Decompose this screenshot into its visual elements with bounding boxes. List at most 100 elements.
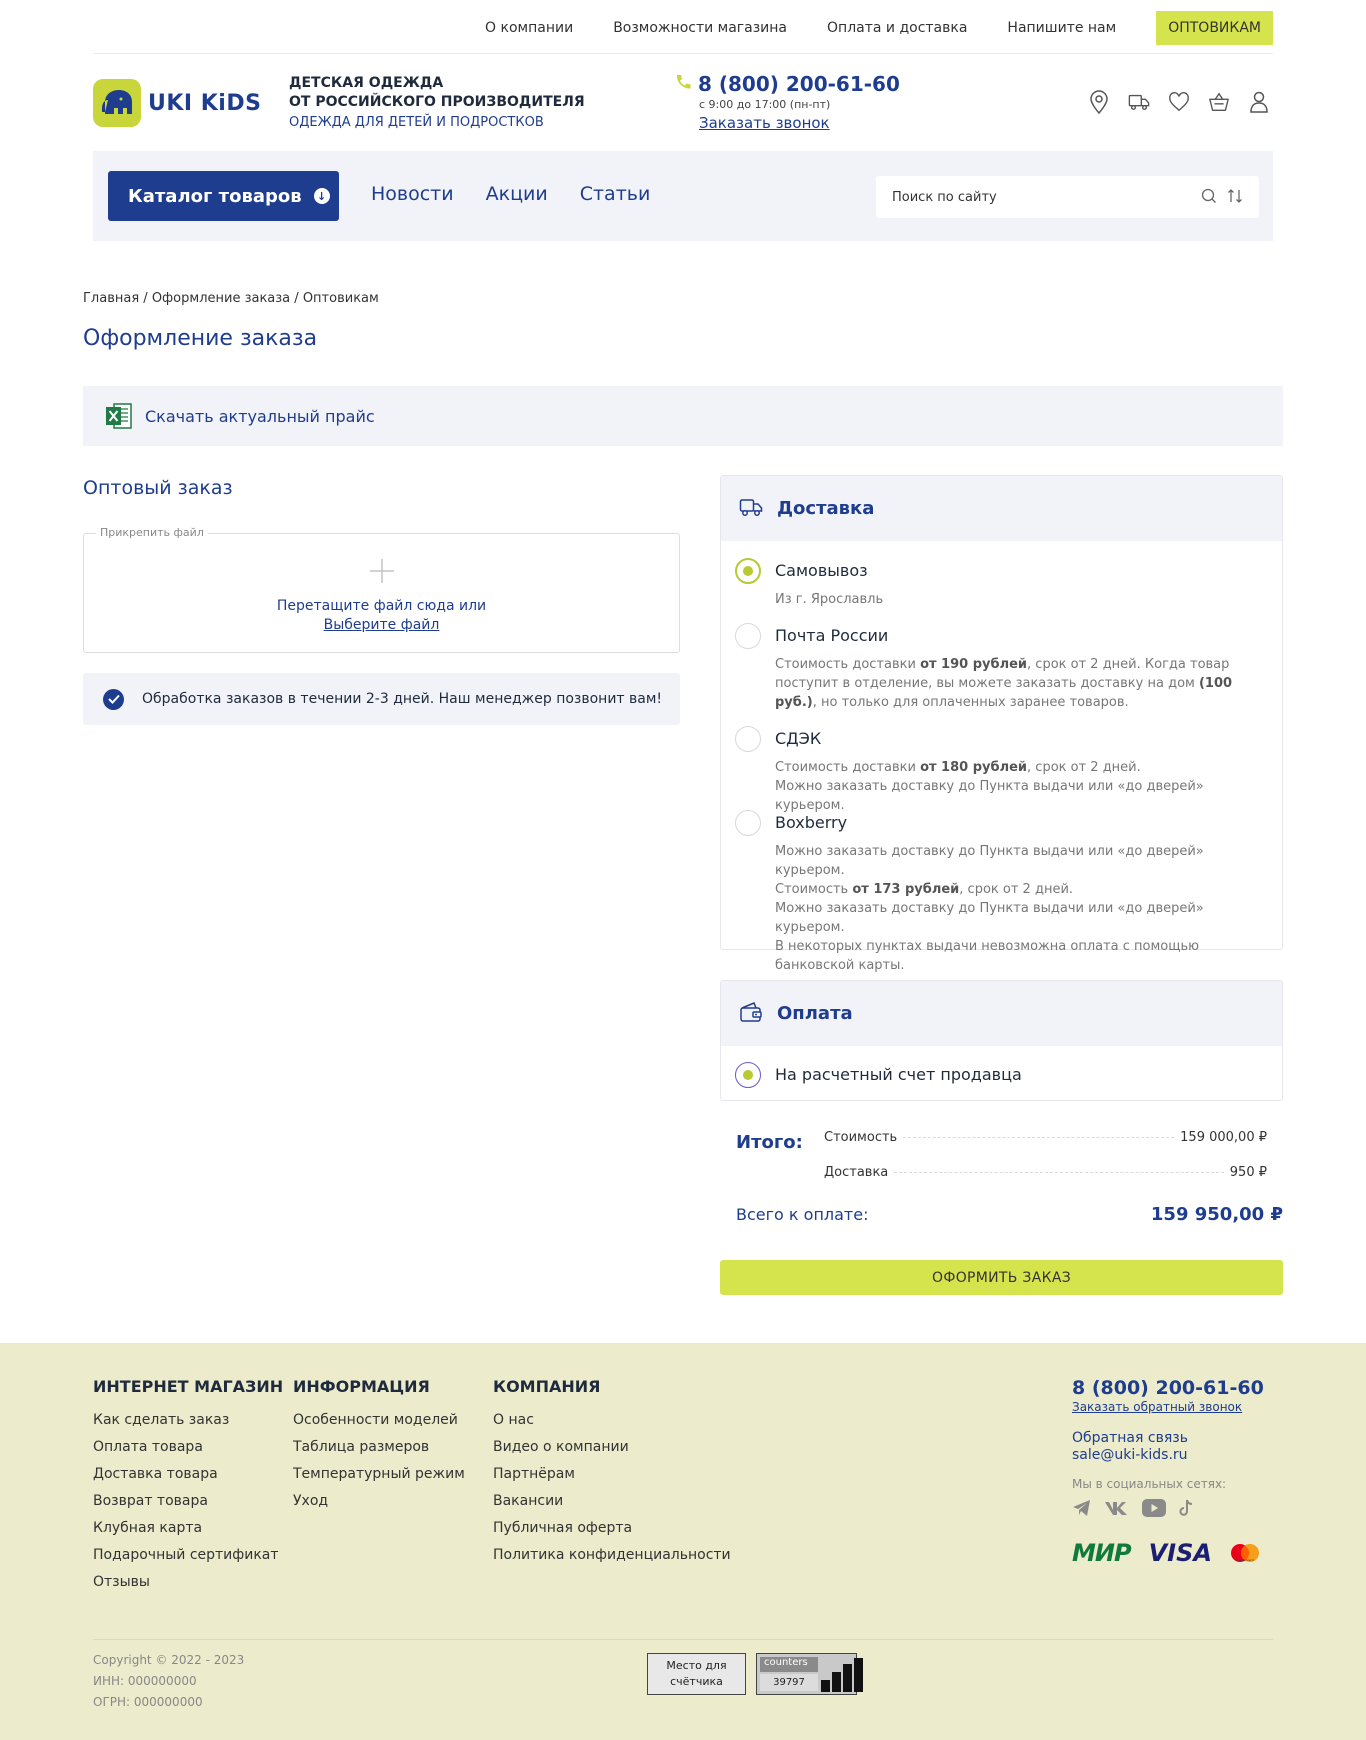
breadcrumb-home[interactable]: Главная xyxy=(83,291,139,306)
radio-selected[interactable] xyxy=(735,558,761,584)
delivery-cost-label: Доставка xyxy=(824,1165,889,1180)
desc-text: Можно заказать доставку до Пункта выдачи… xyxy=(775,779,1204,813)
divider xyxy=(93,53,1273,54)
radio-selected[interactable] xyxy=(735,1062,761,1088)
feedback-link[interactable]: Обратная связь xyxy=(1072,1430,1264,1446)
header-phone-block: 8 (800) 200-61-60 с 9:00 до 17:00 (пн-пт… xyxy=(674,72,900,132)
site-logo[interactable]: UKI KiDS xyxy=(93,79,261,127)
footer-link[interactable]: Вакансии xyxy=(493,1488,731,1515)
footer-link[interactable]: Отзывы xyxy=(93,1569,283,1596)
cost-value: 159 000,00 ₽ xyxy=(1180,1130,1267,1145)
desc-text: , но только для оплаченных заранее товар… xyxy=(812,695,1129,710)
footer-contacts: 8 (800) 200-61-60 Заказать обратный звон… xyxy=(1072,1377,1264,1567)
page-title: Оформление заказа xyxy=(83,326,318,351)
topnav-features[interactable]: Возможности магазина xyxy=(613,20,787,36)
tiktok-icon[interactable] xyxy=(1178,1499,1194,1521)
footer-link[interactable]: Уход xyxy=(293,1488,465,1515)
desc-text: В некоторых пунктах выдачи невозможна оп… xyxy=(775,939,1200,973)
footer-link[interactable]: Особенности моделей xyxy=(293,1407,465,1434)
header-phone[interactable]: 8 (800) 200-61-60 xyxy=(698,72,900,96)
footer-link[interactable]: Партнёрам xyxy=(493,1461,731,1488)
radio[interactable] xyxy=(735,810,761,836)
order-call-link[interactable]: Заказать звонок xyxy=(699,114,900,132)
user-icon[interactable] xyxy=(1248,89,1270,115)
delivery-panel: Доставка Самовывоз Из г. Ярославль Почта… xyxy=(720,475,1283,973)
desc-price: от 173 рублей xyxy=(852,882,960,897)
vk-icon[interactable] xyxy=(1104,1500,1130,1520)
radio[interactable] xyxy=(735,623,761,649)
footer-col-title: ИНФОРМАЦИЯ xyxy=(293,1377,430,1396)
check-icon xyxy=(103,688,124,710)
footer-link[interactable]: О нас xyxy=(493,1407,731,1434)
nav-news[interactable]: Новости xyxy=(371,183,454,205)
footer-link[interactable]: Политика конфиденциальности xyxy=(493,1542,731,1569)
option-desc: Стоимость доставки от 190 рублей, срок о… xyxy=(775,655,1265,712)
footer-link[interactable]: Таблица размеров xyxy=(293,1434,465,1461)
search-icon[interactable] xyxy=(1201,188,1217,208)
payment-methods: МИР VISA mastercard xyxy=(1072,1539,1264,1567)
radio[interactable] xyxy=(735,726,761,752)
nav-promotions[interactable]: Акции xyxy=(486,183,548,205)
download-price-link[interactable]: Скачать актуальный прайс xyxy=(145,407,375,426)
topnav-contact[interactable]: Напишите нам xyxy=(1007,20,1116,36)
search-input[interactable] xyxy=(892,189,1192,205)
file-dropzone[interactable]: Прикрепить файл Перетащите файл сюда или… xyxy=(83,526,680,653)
basket-icon[interactable] xyxy=(1208,89,1230,115)
desc-text: , срок от 2 дней. xyxy=(1027,760,1141,775)
breadcrumb-current: Оптовикам xyxy=(302,291,379,306)
catalog-button[interactable]: Каталог товаров ↓ xyxy=(108,171,339,221)
place-order-button[interactable]: ОФОРМИТЬ ЗАКАЗ xyxy=(720,1260,1283,1295)
footer-link[interactable]: Возврат товара xyxy=(93,1488,283,1515)
choose-file-link[interactable]: Выберите файл xyxy=(84,617,679,633)
breadcrumb: Главная / Оформление заказа / Оптовикам xyxy=(83,291,379,306)
delivery-cost-row: Доставка 950 ₽ xyxy=(824,1165,1267,1180)
header-tagline: ДЕТСКАЯ ОДЕЖДА ОТ РОССИЙСКОГО ПРОИЗВОДИТ… xyxy=(289,74,585,130)
email-link[interactable]: sale@uki-kids.ru xyxy=(1072,1447,1264,1463)
footer-phone[interactable]: 8 (800) 200-61-60 xyxy=(1072,1377,1264,1399)
cost-row: Стоимость 159 000,00 ₽ xyxy=(824,1130,1267,1145)
footer-link[interactable]: Видео о компании xyxy=(493,1434,731,1461)
mastercard-text: mastercard xyxy=(1236,1558,1254,1562)
footer-link[interactable]: Доставка товара xyxy=(93,1461,283,1488)
footer-divider xyxy=(93,1639,1273,1640)
option-name: СДЭК xyxy=(775,729,822,748)
wholesale-button[interactable]: ОПТОВИКАМ xyxy=(1156,10,1273,45)
tagline-line-1: ДЕТСКАЯ ОДЕЖДА xyxy=(289,75,444,91)
footer-link[interactable]: Публичная оферта xyxy=(493,1515,731,1542)
youtube-icon[interactable] xyxy=(1142,1499,1166,1521)
heart-icon[interactable] xyxy=(1168,89,1190,115)
breadcrumb-separator: / xyxy=(143,291,148,306)
wallet-icon xyxy=(739,1000,763,1028)
footer-link[interactable]: Клубная карта xyxy=(93,1515,283,1542)
desc-text: Стоимость доставки xyxy=(775,657,921,672)
topnav-payment-delivery[interactable]: Оплата и доставка xyxy=(827,20,967,36)
location-icon[interactable] xyxy=(1088,89,1110,115)
footer: ИНТЕРНЕТ МАГАЗИН Как сделать заказ Оплат… xyxy=(0,1343,1366,1740)
payment-title: Оплата xyxy=(777,1003,853,1024)
inn: ИНН: 000000000 xyxy=(93,1674,197,1688)
catalog-button-label: Каталог товаров xyxy=(128,185,302,207)
nav-links: Новости Акции Статьи xyxy=(371,183,650,205)
footer-link[interactable]: Как сделать заказ xyxy=(93,1407,283,1434)
breadcrumb-checkout[interactable]: Оформление заказа xyxy=(152,291,290,306)
counter-label: counters xyxy=(760,1657,818,1672)
footer-link[interactable]: Оплата товара xyxy=(93,1434,283,1461)
footer-col-title: КОМПАНИЯ xyxy=(493,1377,601,1396)
truck-icon[interactable] xyxy=(1128,89,1150,115)
desc-text: Стоимость доставки xyxy=(775,760,921,775)
visit-counter[interactable]: counters 39797 xyxy=(756,1653,863,1695)
phone-icon xyxy=(674,72,692,96)
grand-total-label: Всего к оплате: xyxy=(736,1205,869,1224)
delivery-header: Доставка xyxy=(721,476,1282,541)
telegram-icon[interactable] xyxy=(1072,1499,1092,1521)
footer-callback-link[interactable]: Заказать обратный звонок xyxy=(1072,1400,1264,1414)
footer-link[interactable]: Температурный режим xyxy=(293,1461,465,1488)
desc-price: от 190 рублей xyxy=(920,657,1028,672)
option-name: Boxberry xyxy=(775,813,848,832)
footer-link[interactable]: Подарочный сертификат xyxy=(93,1542,283,1569)
top-nav: О компании Возможности магазина Оплата и… xyxy=(485,10,1273,45)
grand-total: Всего к оплате: 159 950,00 ₽ xyxy=(736,1204,1283,1225)
nav-articles[interactable]: Статьи xyxy=(580,183,651,205)
sort-icon[interactable] xyxy=(1227,188,1243,208)
topnav-about[interactable]: О компании xyxy=(485,20,573,36)
